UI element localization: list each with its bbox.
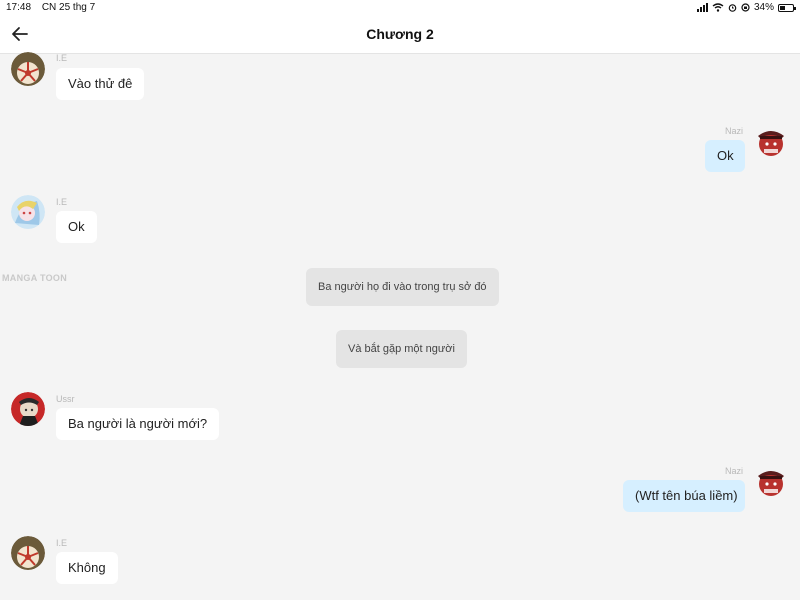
avatar-nazi[interactable] [754,124,788,158]
sender-name: Nazi [725,126,744,136]
sender-name: I.E [56,197,68,207]
sender-name: Nazi [725,466,744,476]
status-time: 17:48 [6,2,32,13]
chapter-header: Chương 2 [0,16,800,54]
battery-icon [778,3,796,12]
status-bar: 17:48 CN 25 thg 7 34% [0,0,800,16]
avatar-ie[interactable] [11,536,45,570]
message-bubble: Không [56,552,118,584]
status-date: CN 25 thg 7 [41,2,96,13]
page-title: Chương 2 [366,26,434,42]
alarm-icon [728,4,737,12]
watermark: MANGA TOON [2,273,67,283]
avatar-ie[interactable] [11,195,45,229]
signal-icon [696,3,708,12]
avatar-ie[interactable] [11,52,45,86]
message-bubble: (Wtf tên búa liềm) [623,480,745,512]
message-bubble: Ba người là người mới? [56,408,220,440]
narration-box: Và bắt gặp một người [336,330,467,368]
narration-box: Ba người họ đi vào trong trụ sở đó [306,268,499,306]
message-bubble: Vào thử đê [56,68,145,100]
rotation-lock-icon [741,3,750,12]
wifi-icon [712,3,724,12]
battery-percent: 34% [753,2,774,13]
avatar-ussr[interactable] [11,392,45,426]
avatar-nazi[interactable] [754,464,788,498]
message-bubble: Ok [56,211,97,243]
sender-name: I.E [56,53,68,63]
sender-name: Ussr [56,394,75,404]
message-bubble: Ok [705,140,745,172]
sender-name: I.E [56,538,68,548]
